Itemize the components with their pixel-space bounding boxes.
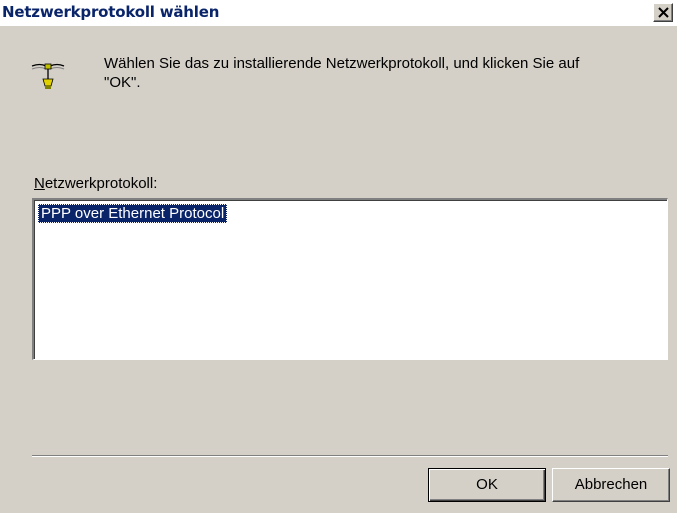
ok-button[interactable]: OK [428,468,546,502]
list-item-pppoe[interactable]: PPP over Ethernet Protocol [38,204,228,223]
close-button[interactable] [653,3,673,22]
list-label-text: etzwerkprotokoll: [44,175,158,192]
instruction-text: Wählen Sie das zu installierende Netzwer… [104,54,644,92]
dialog-window: Netzwerkprotokoll wählen Wählen Sie das … [0,0,677,513]
network-protocol-icon [31,63,65,89]
title-bar[interactable]: Netzwerkprotokoll wählen [0,0,677,26]
list-label-mnemonic: N [34,175,45,192]
instruction-line-2: "OK". [104,74,141,91]
window-title: Netzwerkprotokoll wählen [2,3,220,21]
instruction-line-1: Wählen Sie das zu installierende Netzwer… [104,55,580,72]
close-icon [658,7,669,18]
separator-highlight [32,456,668,457]
protocol-list-label: Netzwerkprotokoll: [34,175,157,192]
protocol-listbox[interactable]: PPP over Ethernet Protocol [32,198,668,360]
cancel-button[interactable]: Abbrechen [552,468,670,502]
